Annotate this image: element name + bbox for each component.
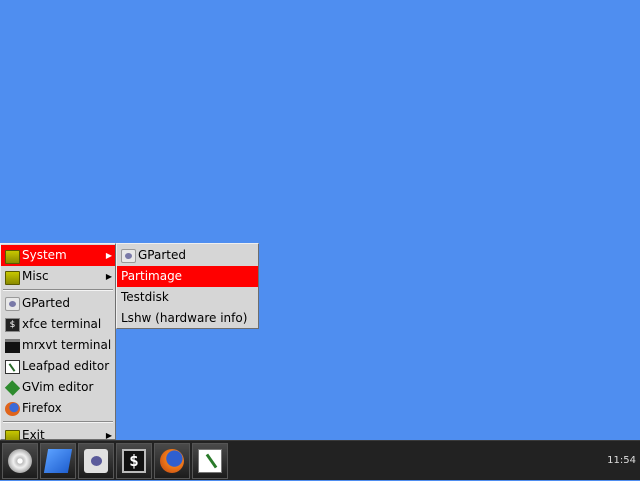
menu-item-label: Firefox	[22, 401, 62, 415]
menu-item-xfce-terminal[interactable]: $ xfce terminal	[1, 314, 115, 335]
gparted-launcher[interactable]	[78, 443, 114, 479]
submenu-item-label: Lshw (hardware info)	[121, 311, 248, 325]
folder-icon	[5, 249, 20, 264]
submenu-item-partimage[interactable]: Partimage	[117, 266, 258, 287]
submenu-item-lshw[interactable]: Lshw (hardware info)	[117, 308, 258, 329]
gvim-icon	[4, 379, 21, 396]
menu-item-label: GVim editor	[22, 380, 94, 394]
system-submenu: GParted Partimage Testdisk Lshw (hardwar…	[116, 243, 259, 329]
document-editor-icon	[43, 449, 73, 473]
leafpad-icon	[198, 449, 222, 473]
menu-item-label: GParted	[22, 296, 70, 310]
gparted-icon	[84, 449, 108, 473]
firefox-icon	[5, 401, 20, 416]
document-editor-launcher[interactable]	[40, 443, 76, 479]
menu-item-mrxvt-terminal[interactable]: mrxvt terminal	[1, 335, 115, 356]
menu-item-firefox[interactable]: Firefox	[1, 398, 115, 419]
firefox-icon	[160, 449, 184, 473]
text-editor-icon	[5, 359, 20, 374]
main-menu: System ▶ Misc ▶ GParted $ xfce terminal …	[0, 243, 116, 444]
leafpad-launcher[interactable]	[192, 443, 228, 479]
firefox-launcher[interactable]	[154, 443, 190, 479]
start-menu-button[interactable]	[2, 443, 38, 479]
gparted-icon	[5, 296, 20, 311]
menu-item-gvim-editor[interactable]: GVim editor	[1, 377, 115, 398]
menu-item-label: Leafpad editor	[22, 359, 110, 373]
folder-icon	[5, 270, 20, 285]
submenu-item-label: Partimage	[121, 269, 183, 283]
terminal-icon: $	[5, 317, 20, 332]
submenu-item-label: GParted	[138, 248, 186, 262]
menu-item-leafpad-editor[interactable]: Leafpad editor	[1, 356, 115, 377]
clock: 11:54	[607, 455, 636, 466]
submenu-arrow-icon: ▶	[105, 251, 112, 260]
menu-separator	[3, 421, 113, 423]
gparted-icon	[121, 248, 136, 263]
menu-item-label: System	[22, 248, 67, 262]
submenu-item-gparted[interactable]: GParted	[117, 245, 258, 266]
start-menu-cd-icon	[8, 449, 32, 473]
submenu-arrow-icon: ▶	[105, 272, 112, 281]
taskbar: $ 11:54	[0, 440, 640, 480]
menu-item-misc[interactable]: Misc ▶	[1, 266, 115, 287]
submenu-item-label: Testdisk	[121, 290, 169, 304]
menu-item-gparted[interactable]: GParted	[1, 293, 115, 314]
menu-item-label: mrxvt terminal	[22, 338, 112, 352]
terminal-icon: $	[122, 449, 146, 473]
submenu-item-testdisk[interactable]: Testdisk	[117, 287, 258, 308]
menu-item-label: xfce terminal	[22, 317, 102, 331]
menu-separator	[3, 289, 113, 291]
menu-item-system[interactable]: System ▶	[1, 245, 115, 266]
terminal-launcher[interactable]: $	[116, 443, 152, 479]
menu-item-label: Misc	[22, 269, 49, 283]
terminal-window-icon	[5, 338, 20, 353]
